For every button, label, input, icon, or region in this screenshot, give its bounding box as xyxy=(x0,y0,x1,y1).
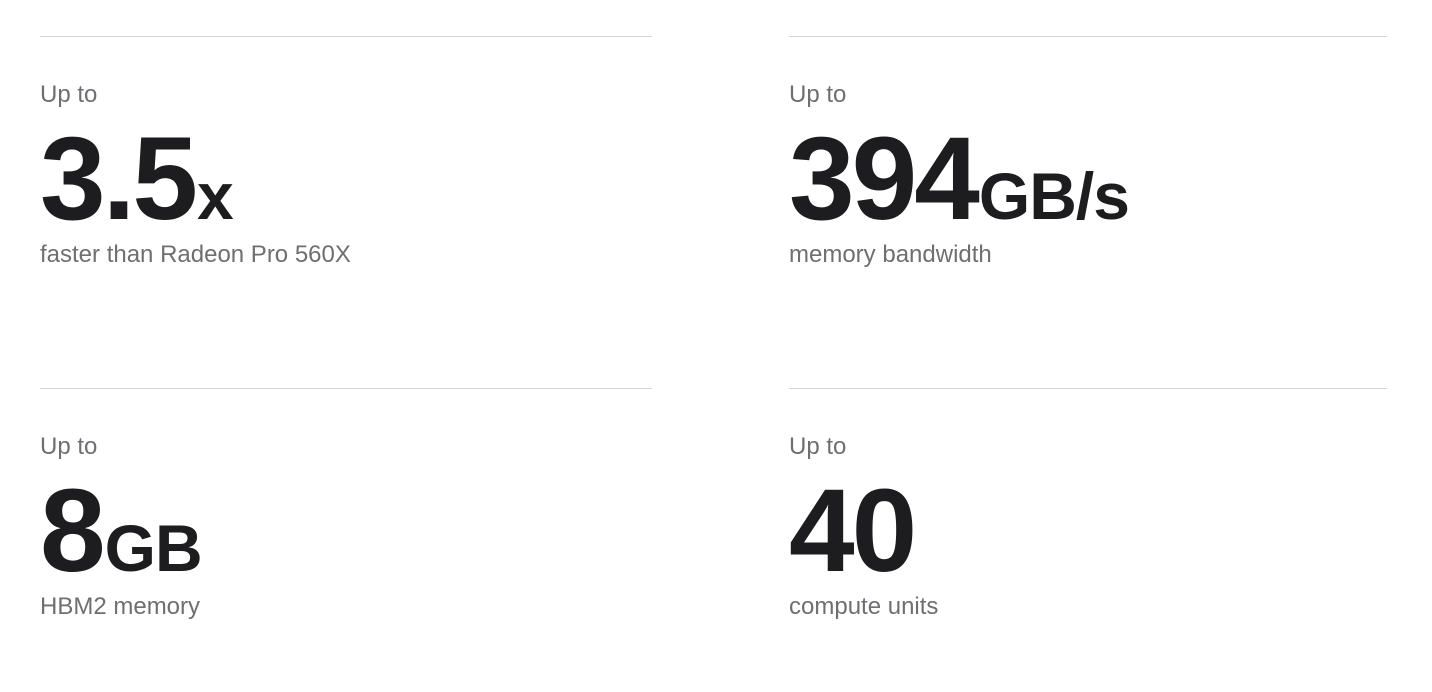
stat-lead: Up to xyxy=(40,81,98,108)
stat-number: 3.5 xyxy=(40,113,198,245)
stat-unit: GB/s xyxy=(978,159,1130,233)
stat-number: 394 xyxy=(789,113,980,245)
stat-number: 8 xyxy=(40,465,106,597)
stat-bandwidth: Up to 394GB/s memory bandwidth xyxy=(789,36,1387,336)
stat-caption: compute units xyxy=(789,593,939,620)
stat-lead: Up to xyxy=(789,433,847,460)
stat-unit: x xyxy=(197,159,234,233)
stat-lead: Up to xyxy=(789,81,847,108)
stat-compute-units: Up to 40 compute units xyxy=(789,388,1387,688)
stat-caption: memory bandwidth xyxy=(789,241,992,268)
stat-lead: Up to xyxy=(40,433,98,460)
stat-caption: HBM2 memory xyxy=(40,593,201,620)
stat-number: 40 xyxy=(789,465,917,597)
stat-speed: Up to 3.5x faster than Radeon Pro 560X xyxy=(40,36,652,336)
stat-memory: Up to 8GB HBM2 memory xyxy=(40,388,652,688)
stat-unit: GB xyxy=(104,511,203,585)
stat-caption: faster than Radeon Pro 560X xyxy=(40,241,351,268)
